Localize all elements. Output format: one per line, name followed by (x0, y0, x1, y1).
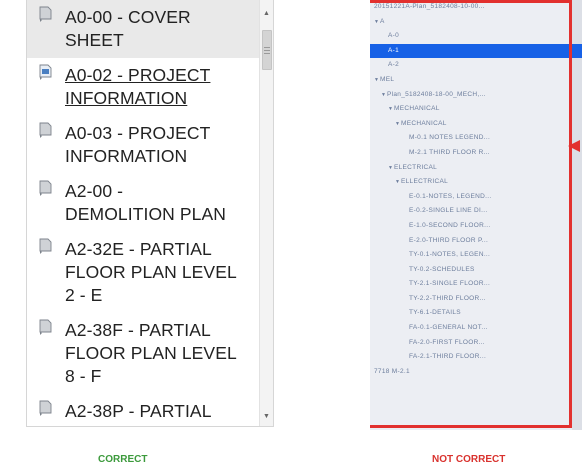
red-arrow-icon (568, 140, 580, 152)
sheet-icon (39, 319, 52, 335)
scroll-down-arrow-icon[interactable]: ▼ (260, 413, 273, 420)
grip-line (264, 53, 270, 54)
sheet-item-label-line: SHEET (65, 30, 124, 50)
sheet-list-item[interactable]: A0-03 - PROJECT INFORMATION (27, 116, 259, 174)
sheet-icon (39, 238, 52, 254)
sheet-item-label-line: A2-38P - PARTIAL (65, 401, 212, 421)
sheet-list-item[interactable]: A0-00 - COVER SHEET (27, 0, 259, 58)
sheet-icon (39, 400, 52, 416)
sheet-item-label-line: INFORMATION (65, 146, 188, 166)
sheet-list-item[interactable]: A2-38F - PARTIAL FLOOR PLAN LEVEL 8 - F (27, 313, 259, 394)
sheet-list-item[interactable]: A2-00 - DEMOLITION PLAN (27, 174, 259, 232)
sheet-item-label-line: A2-32E - PARTIAL (65, 239, 212, 259)
scroll-up-arrow-icon[interactable]: ▲ (260, 10, 273, 17)
sheet-icon (39, 180, 52, 196)
sheet-item-label-line: A2-38F - PARTIAL (65, 320, 211, 340)
sheet-list-panel-correct: A0-00 - COVER SHEET A0-02 - PROJECT INFORMA… (26, 0, 274, 427)
caption-not-correct: NOT CORRECT (432, 454, 506, 465)
scrollbar-thumb[interactable] (262, 30, 272, 70)
highlight-box (370, 0, 572, 428)
grip-line (264, 47, 270, 48)
sheet-list: A0-00 - COVER SHEET A0-02 - PROJECT INFORMA… (27, 0, 259, 426)
sheet-item-label-line: FLOOR PLAN LEVEL (65, 343, 237, 363)
sheet-icon (39, 6, 52, 22)
sheet-icon (39, 122, 52, 138)
sheet-item-label-line: A0-02 - PROJECT (65, 65, 211, 85)
sheet-item-label-line: 8 - F (65, 366, 102, 386)
vertical-scrollbar[interactable]: ▲ ▼ (259, 0, 273, 426)
sheet-list-item[interactable]: A0-02 - PROJECT INFORMATION (27, 58, 259, 116)
sheet-item-label-line: A0-00 - COVER (65, 7, 191, 27)
sheet-item-label-line: INFORMATION (65, 88, 188, 108)
sheet-tree-panel-not-correct: 20151221A-Plan_5182408-10-00... ▼A A-0 A-1 A… (370, 0, 582, 430)
sheet-item-label-line: FLOOR PLAN LEVEL (65, 262, 237, 282)
sheet-item-label-line: A2-00 - (65, 181, 124, 201)
sheet-list-item[interactable]: A2-32E - PARTIAL FLOOR PLAN LEVEL 2 - E (27, 232, 259, 313)
sheet-list-item[interactable]: A2-38P - PARTIAL (27, 394, 259, 426)
linked-sheet-icon (39, 64, 52, 80)
grip-line (264, 50, 270, 51)
sheet-item-label-line: 2 - E (65, 285, 103, 305)
sheet-item-label-line: DEMOLITION PLAN (65, 204, 226, 224)
sheet-item-label-line: A0-03 - PROJECT (65, 123, 211, 143)
caption-correct: CORRECT (98, 454, 148, 465)
